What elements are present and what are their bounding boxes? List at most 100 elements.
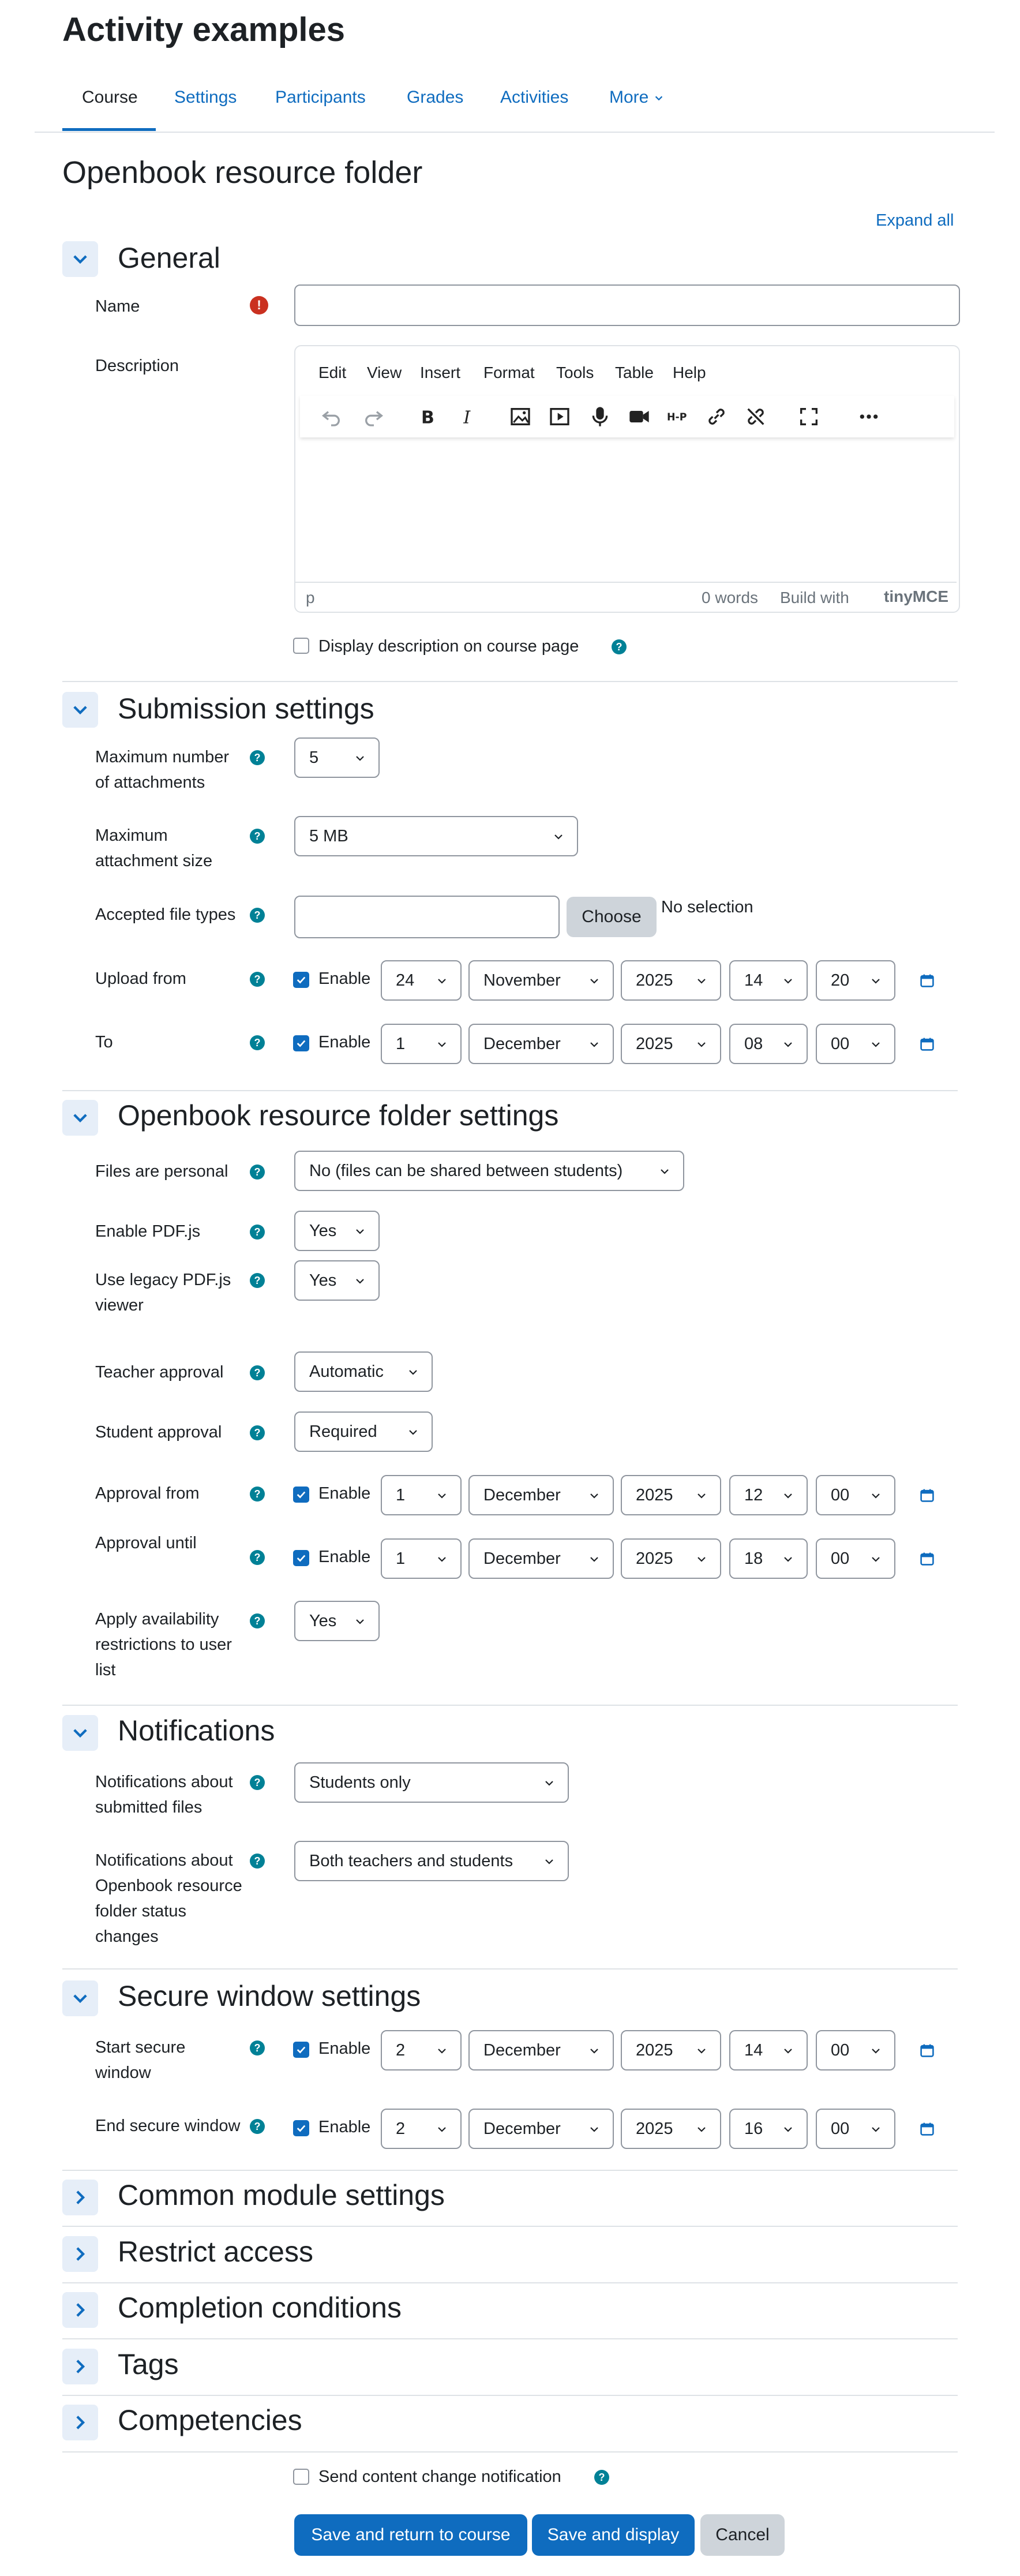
help-icon[interactable]: ? bbox=[250, 908, 265, 923]
help-icon[interactable]: ? bbox=[250, 1550, 265, 1565]
tab-more[interactable]: More bbox=[609, 88, 664, 107]
choose-button[interactable]: Choose bbox=[567, 897, 657, 937]
tab-participants[interactable]: Participants bbox=[275, 88, 366, 107]
notify-submitted-select[interactable]: Students only bbox=[294, 1762, 569, 1803]
expand-all-link[interactable]: Expand all bbox=[876, 211, 954, 230]
tab-settings[interactable]: Settings bbox=[174, 88, 237, 107]
calendar-icon[interactable] bbox=[920, 1551, 935, 1566]
help-icon[interactable]: ? bbox=[250, 1613, 265, 1628]
media-icon[interactable] bbox=[548, 405, 571, 428]
approval-until-year-select[interactable]: 2025 bbox=[621, 1538, 721, 1579]
to-month-select[interactable]: December bbox=[468, 1024, 614, 1064]
notifications-toggle[interactable] bbox=[62, 1715, 98, 1751]
calendar-icon[interactable] bbox=[920, 2121, 935, 2136]
save-display-button[interactable]: Save and display bbox=[532, 2514, 695, 2556]
help-icon[interactable]: ? bbox=[250, 2119, 265, 2134]
submission-toggle[interactable] bbox=[62, 692, 98, 728]
student-approval-select[interactable]: Required bbox=[294, 1411, 433, 1452]
help-icon[interactable]: ? bbox=[594, 2470, 609, 2485]
upload-from-year-select[interactable]: 2025 bbox=[621, 960, 721, 1001]
editor-menu-help[interactable]: Help bbox=[673, 364, 706, 382]
max-attachments-select[interactable]: 5 bbox=[294, 737, 380, 778]
teacher-approval-select[interactable]: Automatic bbox=[294, 1351, 433, 1392]
redo-icon[interactable] bbox=[362, 405, 385, 428]
start-secure-hour-select[interactable]: 14 bbox=[729, 2030, 808, 2070]
video-camera-icon[interactable] bbox=[628, 405, 651, 428]
common-module-toggle[interactable] bbox=[62, 2180, 98, 2215]
save-return-button[interactable]: Save and return to course bbox=[294, 2514, 527, 2556]
end-secure-enable-checkbox[interactable] bbox=[293, 2120, 309, 2136]
editor-menu-tools[interactable]: Tools bbox=[556, 364, 594, 382]
help-icon[interactable]: ? bbox=[250, 829, 265, 844]
calendar-icon[interactable] bbox=[920, 1036, 935, 1051]
bold-icon[interactable]: B bbox=[415, 405, 438, 428]
to-year-select[interactable]: 2025 bbox=[621, 1024, 721, 1064]
approval-until-minute-select[interactable]: 00 bbox=[816, 1538, 895, 1579]
obf-toggle[interactable] bbox=[62, 1100, 98, 1136]
approval-from-year-select[interactable]: 2025 bbox=[621, 1475, 721, 1515]
calendar-icon[interactable] bbox=[920, 1488, 935, 1503]
to-day-select[interactable]: 1 bbox=[381, 1024, 462, 1064]
italic-icon[interactable]: I bbox=[456, 405, 479, 428]
fullscreen-icon[interactable] bbox=[797, 405, 820, 428]
editor-menu-edit[interactable]: Edit bbox=[318, 364, 346, 382]
unlink-icon[interactable] bbox=[744, 405, 767, 428]
approval-from-minute-select[interactable]: 00 bbox=[816, 1475, 895, 1515]
end-secure-minute-select[interactable]: 00 bbox=[816, 2109, 895, 2149]
approval-until-month-select[interactable]: December bbox=[468, 1538, 614, 1579]
competencies-toggle[interactable] bbox=[62, 2405, 98, 2440]
display-description-checkbox[interactable] bbox=[293, 638, 309, 654]
max-size-select[interactable]: 5 MB bbox=[294, 816, 578, 856]
help-icon[interactable]: ? bbox=[250, 1035, 265, 1050]
upload-from-day-select[interactable]: 24 bbox=[381, 960, 462, 1001]
tinymce-logo[interactable]: tinyMCE bbox=[884, 587, 948, 606]
end-secure-day-select[interactable]: 2 bbox=[381, 2109, 462, 2149]
files-personal-select[interactable]: No (files can be shared between students… bbox=[294, 1151, 684, 1191]
help-icon[interactable]: ? bbox=[250, 1365, 265, 1380]
editor-menu-format[interactable]: Format bbox=[483, 364, 535, 382]
link-icon[interactable] bbox=[705, 405, 728, 428]
apply-restrictions-select[interactable]: Yes bbox=[294, 1601, 380, 1641]
calendar-icon[interactable] bbox=[920, 973, 935, 988]
to-enable-checkbox[interactable] bbox=[293, 1035, 309, 1051]
tab-activities[interactable]: Activities bbox=[500, 88, 568, 107]
editor-menu-insert[interactable]: Insert bbox=[420, 364, 460, 382]
general-toggle[interactable] bbox=[62, 241, 98, 277]
upload-from-month-select[interactable]: November bbox=[468, 960, 614, 1001]
help-icon[interactable]: ? bbox=[250, 2040, 265, 2055]
help-icon[interactable]: ? bbox=[250, 1775, 265, 1790]
start-secure-year-select[interactable]: 2025 bbox=[621, 2030, 721, 2070]
editor-menu-view[interactable]: View bbox=[367, 364, 402, 382]
approval-from-month-select[interactable]: December bbox=[468, 1475, 614, 1515]
help-icon[interactable]: ? bbox=[250, 1854, 265, 1869]
more-icon[interactable] bbox=[857, 405, 880, 428]
cancel-button[interactable]: Cancel bbox=[700, 2514, 785, 2556]
editor-menu-table[interactable]: Table bbox=[615, 364, 654, 382]
start-secure-day-select[interactable]: 2 bbox=[381, 2030, 462, 2070]
end-secure-hour-select[interactable]: 16 bbox=[729, 2109, 808, 2149]
enable-pdfjs-select[interactable]: Yes bbox=[294, 1211, 380, 1251]
approval-from-day-select[interactable]: 1 bbox=[381, 1475, 462, 1515]
undo-icon[interactable] bbox=[320, 405, 343, 428]
help-icon[interactable]: ? bbox=[250, 1165, 265, 1180]
secure-toggle[interactable] bbox=[62, 1980, 98, 2016]
approval-until-enable-checkbox[interactable] bbox=[293, 1550, 309, 1566]
accepted-types-input[interactable] bbox=[294, 896, 560, 938]
help-icon[interactable]: ? bbox=[250, 750, 265, 765]
approval-until-day-select[interactable]: 1 bbox=[381, 1538, 462, 1579]
send-notification-checkbox[interactable] bbox=[293, 2469, 309, 2485]
help-icon[interactable]: ? bbox=[250, 1273, 265, 1288]
approval-from-enable-checkbox[interactable] bbox=[293, 1487, 309, 1503]
h5p-icon[interactable]: H-P bbox=[667, 405, 690, 428]
to-hour-select[interactable]: 08 bbox=[729, 1024, 808, 1064]
image-icon[interactable] bbox=[509, 405, 532, 428]
name-input[interactable] bbox=[294, 284, 960, 326]
tags-toggle[interactable] bbox=[62, 2349, 98, 2384]
approval-from-hour-select[interactable]: 12 bbox=[729, 1475, 808, 1515]
help-icon[interactable]: ? bbox=[250, 1425, 265, 1440]
start-secure-minute-select[interactable]: 00 bbox=[816, 2030, 895, 2070]
end-secure-year-select[interactable]: 2025 bbox=[621, 2109, 721, 2149]
to-minute-select[interactable]: 00 bbox=[816, 1024, 895, 1064]
approval-until-hour-select[interactable]: 18 bbox=[729, 1538, 808, 1579]
notify-status-select[interactable]: Both teachers and students bbox=[294, 1841, 569, 1881]
